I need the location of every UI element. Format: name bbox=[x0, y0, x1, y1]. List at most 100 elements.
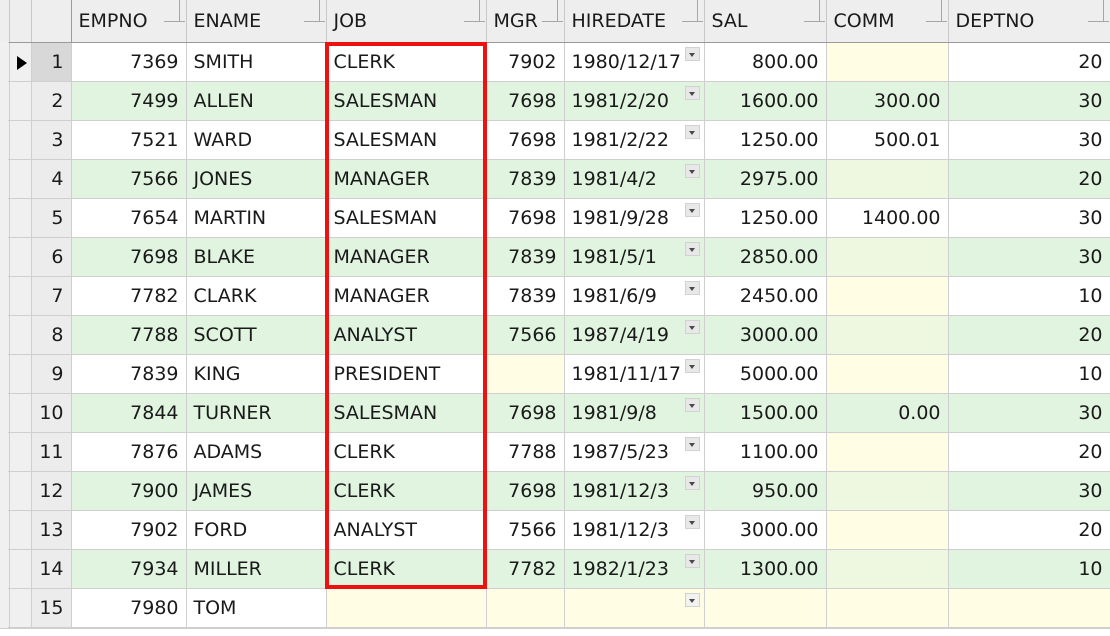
cell-deptno[interactable] bbox=[948, 588, 1110, 628]
cell-hiredate[interactable]: 1981/12/3 bbox=[564, 510, 705, 550]
cell-sal[interactable]: 800.00 bbox=[704, 42, 827, 82]
cell-deptno[interactable]: 20 bbox=[948, 510, 1110, 550]
cell-deptno[interactable]: 20 bbox=[948, 159, 1110, 199]
table-row[interactable]: 3 7521 WARD SALESMAN 7698 1981/2/22 1250.00 500… bbox=[0, 120, 1110, 160]
cell-sal[interactable]: 1300.00 bbox=[704, 549, 827, 589]
column-header-hiredate[interactable]: HIREDATE bbox=[564, 0, 705, 43]
cell-empno[interactable]: 7654 bbox=[71, 198, 187, 238]
cell-deptno[interactable]: 10 bbox=[948, 354, 1110, 394]
row-marker-cell[interactable] bbox=[9, 81, 32, 121]
column-header-sal[interactable]: SAL bbox=[704, 0, 827, 43]
date-picker-chevron-down-icon[interactable] bbox=[684, 203, 700, 217]
cell-hiredate[interactable]: 1981/12/3 bbox=[564, 471, 705, 511]
cell-mgr[interactable]: 7782 bbox=[486, 549, 565, 589]
cell-empno[interactable]: 7566 bbox=[71, 159, 187, 199]
cell-empno[interactable]: 7934 bbox=[71, 549, 187, 589]
cell-comm[interactable]: 1400.00 bbox=[826, 198, 949, 238]
cell-job[interactable]: CLERK bbox=[326, 471, 487, 511]
cell-hiredate[interactable]: 1981/9/8 bbox=[564, 393, 705, 433]
cell-hiredate[interactable]: 1981/11/17 bbox=[564, 354, 705, 394]
cell-mgr[interactable]: 7566 bbox=[486, 315, 565, 355]
row-number-cell[interactable]: 13 bbox=[31, 510, 72, 550]
cell-mgr[interactable]: 7566 bbox=[486, 510, 565, 550]
cell-mgr[interactable]: 7839 bbox=[486, 159, 565, 199]
row-number-cell[interactable]: 8 bbox=[31, 315, 72, 355]
cell-hiredate[interactable]: 1981/9/28 bbox=[564, 198, 705, 238]
row-marker-cell[interactable] bbox=[9, 432, 32, 472]
cell-hiredate[interactable]: 1981/2/20 bbox=[564, 81, 705, 121]
row-number-cell[interactable]: 6 bbox=[31, 237, 72, 277]
column-header-comm[interactable]: COMM bbox=[826, 0, 949, 43]
cell-empno[interactable]: 7698 bbox=[71, 237, 187, 277]
cell-deptno[interactable]: 20 bbox=[948, 432, 1110, 472]
cell-hiredate[interactable]: 1981/6/9 bbox=[564, 276, 705, 316]
row-number-cell[interactable]: 4 bbox=[31, 159, 72, 199]
cell-deptno[interactable]: 30 bbox=[948, 120, 1110, 160]
table-row[interactable]: 9 7839 KING PRESIDENT 1981/11/17 5000.00 10 bbox=[0, 354, 1110, 394]
cell-deptno[interactable]: 30 bbox=[948, 198, 1110, 238]
row-marker-cell[interactable] bbox=[9, 276, 32, 316]
column-header-ename[interactable]: ENAME bbox=[186, 0, 327, 43]
row-number-cell[interactable]: 12 bbox=[31, 471, 72, 511]
employee-table[interactable]: EMPNO ENAME JOB MGR HIREDATE SAL COMM DE… bbox=[0, 0, 1110, 628]
table-header[interactable]: EMPNO ENAME JOB MGR HIREDATE SAL COMM DE… bbox=[0, 0, 1110, 43]
cell-empno[interactable]: 7876 bbox=[71, 432, 187, 472]
cell-ename[interactable]: SMITH bbox=[186, 42, 327, 82]
cell-comm[interactable] bbox=[826, 237, 949, 277]
cell-deptno[interactable]: 10 bbox=[948, 276, 1110, 316]
cell-sal[interactable]: 2850.00 bbox=[704, 237, 827, 277]
cell-deptno[interactable]: 30 bbox=[948, 237, 1110, 277]
cell-job[interactable]: MANAGER bbox=[326, 276, 487, 316]
cell-empno[interactable]: 7782 bbox=[71, 276, 187, 316]
row-number-cell[interactable]: 11 bbox=[31, 432, 72, 472]
cell-job[interactable]: ANALYST bbox=[326, 315, 487, 355]
date-picker-chevron-down-icon[interactable] bbox=[684, 242, 700, 256]
row-number-cell[interactable]: 2 bbox=[31, 81, 72, 121]
date-picker-chevron-down-icon[interactable] bbox=[684, 476, 700, 490]
row-marker-cell[interactable] bbox=[9, 471, 32, 511]
row-marker-cell[interactable] bbox=[9, 354, 32, 394]
row-marker-cell[interactable] bbox=[9, 159, 32, 199]
cell-empno[interactable]: 7902 bbox=[71, 510, 187, 550]
cell-comm[interactable]: 0.00 bbox=[826, 393, 949, 433]
cell-hiredate[interactable]: 1982/1/23 bbox=[564, 549, 705, 589]
cell-mgr[interactable]: 7698 bbox=[486, 81, 565, 121]
row-number-cell[interactable]: 9 bbox=[31, 354, 72, 394]
cell-comm[interactable] bbox=[826, 510, 949, 550]
cell-mgr[interactable]: 7698 bbox=[486, 198, 565, 238]
cell-mgr[interactable]: 7902 bbox=[486, 42, 565, 82]
cell-mgr[interactable]: 7788 bbox=[486, 432, 565, 472]
cell-mgr[interactable]: 7698 bbox=[486, 120, 565, 160]
cell-deptno[interactable]: 30 bbox=[948, 393, 1110, 433]
cell-hiredate[interactable]: 1987/5/23 bbox=[564, 432, 705, 472]
cell-ename[interactable]: TOM bbox=[186, 588, 327, 628]
table-row[interactable]: 4 7566 JONES MANAGER 7839 1981/4/2 2975.00 20 bbox=[0, 159, 1110, 199]
column-header-deptno[interactable]: DEPTNO bbox=[948, 0, 1110, 43]
cell-empno[interactable]: 7369 bbox=[71, 42, 187, 82]
row-marker-cell[interactable] bbox=[9, 510, 32, 550]
cell-deptno[interactable]: 30 bbox=[948, 81, 1110, 121]
cell-ename[interactable]: KING bbox=[186, 354, 327, 394]
cell-sal[interactable]: 950.00 bbox=[704, 471, 827, 511]
row-marker-cell[interactable] bbox=[9, 393, 32, 433]
cell-sal[interactable]: 3000.00 bbox=[704, 510, 827, 550]
row-number-cell[interactable]: 5 bbox=[31, 198, 72, 238]
column-header-mgr[interactable]: MGR bbox=[486, 0, 565, 43]
date-picker-chevron-down-icon[interactable] bbox=[684, 47, 700, 61]
cell-sal[interactable]: 3000.00 bbox=[704, 315, 827, 355]
cell-deptno[interactable]: 30 bbox=[948, 471, 1110, 511]
cell-ename[interactable]: JONES bbox=[186, 159, 327, 199]
cell-job[interactable]: MANAGER bbox=[326, 159, 487, 199]
cell-sal[interactable]: 5000.00 bbox=[704, 354, 827, 394]
cell-ename[interactable]: ADAMS bbox=[186, 432, 327, 472]
row-marker-cell[interactable] bbox=[9, 198, 32, 238]
table-row[interactable]: 7 7782 CLARK MANAGER 7839 1981/6/9 2450.00 10 bbox=[0, 276, 1110, 316]
table-row[interactable]: 8 7788 SCOTT ANALYST 7566 1987/4/19 3000.00 20 bbox=[0, 315, 1110, 355]
cell-ename[interactable]: MARTIN bbox=[186, 198, 327, 238]
cell-deptno[interactable]: 20 bbox=[948, 42, 1110, 82]
cell-empno[interactable]: 7839 bbox=[71, 354, 187, 394]
cell-empno[interactable]: 7980 bbox=[71, 588, 187, 628]
cell-sal[interactable] bbox=[704, 588, 827, 628]
cell-sal[interactable]: 1100.00 bbox=[704, 432, 827, 472]
cell-comm[interactable] bbox=[826, 276, 949, 316]
